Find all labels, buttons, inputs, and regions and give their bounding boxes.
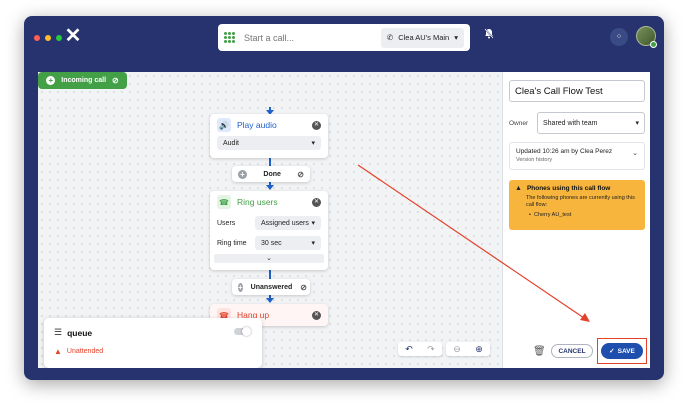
undo-icon[interactable]: ↶ — [398, 342, 420, 356]
online-status-indicator — [650, 41, 657, 48]
ring-users-node[interactable]: ☎ Ring users ✕ Users Assigned users ▾ Ri… — [210, 191, 328, 270]
ring-phone-icon: ☎ — [217, 195, 231, 209]
play-audio-node[interactable]: 🔊 Play audio ✕ Audit ▾ — [210, 114, 328, 158]
save-label: SAVE — [617, 347, 635, 355]
queue-title: queue — [67, 327, 93, 338]
updated-text: Updated 10:26 am by Clea Perez — [516, 148, 613, 155]
close-icon[interactable]: ✕ — [312, 120, 321, 130]
main-content: + Incoming call ⊘ 🔊 Play audio ✕ Audit ▾ — [38, 72, 650, 368]
app-window: ✕ ✆ Clea AU's Main ▾ ⁘ + Incoming — [24, 16, 664, 380]
call-flow-name-input[interactable]: Clea's Call Flow Test — [509, 80, 645, 102]
audio-select-value: Audit — [223, 139, 239, 147]
check-icon: ✓ — [609, 348, 615, 355]
warning-icon: ▲ — [54, 347, 62, 356]
users-select-value: Assigned users — [261, 219, 309, 227]
play-audio-title: Play audio — [237, 120, 277, 130]
window-controls — [34, 35, 62, 41]
minimize-window-button[interactable] — [45, 35, 51, 41]
dialpad-icon[interactable] — [224, 31, 236, 44]
done-label: Done — [263, 170, 281, 178]
expand-button[interactable]: ⌄ — [214, 254, 324, 263]
speaker-icon: 🔊 — [217, 118, 231, 132]
close-icon[interactable]: ✕ — [312, 310, 321, 320]
version-history-link[interactable]: Version history — [516, 157, 638, 163]
add-icon[interactable]: + — [46, 76, 56, 85]
call-bar: ✆ Clea AU's Main ▾ — [218, 24, 470, 51]
caret-down-icon: ▾ — [454, 33, 458, 42]
unlink-icon[interactable]: ⊘ — [297, 170, 304, 179]
flow-arrow — [266, 298, 274, 303]
unlink-icon[interactable]: ⊘ — [112, 76, 119, 85]
close-window-button[interactable] — [34, 35, 40, 41]
zoom-controls: ⊖ ⊕ — [446, 342, 490, 356]
warning-title: Phones using this call flow — [526, 185, 611, 192]
users-select[interactable]: Assigned users ▾ — [255, 216, 321, 230]
version-history-box[interactable]: Updated 10:26 am by Clea Perez Version h… — [509, 142, 645, 170]
caret-down-icon: ▾ — [635, 120, 639, 127]
owner-select[interactable]: Shared with team ▾ — [537, 112, 645, 134]
ring-time-select[interactable]: 30 sec ▾ — [255, 236, 321, 250]
owner-label: Owner — [509, 120, 529, 127]
line-select[interactable]: ✆ Clea AU's Main ▾ — [380, 27, 464, 48]
notifications-off-icon[interactable] — [480, 28, 498, 46]
apps-grid-icon[interactable]: ⁘ — [610, 28, 628, 46]
start-call-input[interactable] — [244, 32, 381, 43]
done-branch[interactable]: + Done ⊘ — [232, 166, 310, 182]
ring-time-value: 30 sec — [261, 239, 282, 247]
warning-body: The following phones are currently using… — [526, 195, 635, 208]
line-select-label: Clea AU's Main — [398, 33, 450, 42]
close-icon[interactable]: ✕ — [312, 197, 321, 207]
call-flow-canvas[interactable]: + Incoming call ⊘ 🔊 Play audio ✕ Audit ▾ — [38, 72, 502, 368]
zoom-out-icon[interactable]: ⊖ — [446, 342, 468, 356]
properties-panel: Clea's Call Flow Test Owner Shared with … — [502, 72, 650, 368]
cancel-button[interactable]: CANCEL — [551, 344, 593, 358]
queue-list-icon: ☰ — [54, 327, 63, 337]
caret-down-icon: ▾ — [311, 240, 315, 247]
save-button[interactable]: ✓ SAVE — [601, 343, 643, 359]
owner-select-value: Shared with team — [543, 119, 598, 127]
unlink-icon[interactable]: ⊘ — [300, 283, 307, 292]
call-flow-name: Clea's Call Flow Test — [515, 85, 603, 97]
audio-select[interactable]: Audit ▾ — [217, 136, 321, 150]
zoom-in-icon[interactable]: ⊕ — [468, 342, 490, 356]
users-label: Users — [217, 219, 236, 227]
warning-icon: ▲ — [515, 185, 522, 192]
queue-card[interactable]: ☰ queue ▲ Unattended — [44, 318, 262, 368]
queue-status: Unattended — [66, 348, 104, 355]
phones-warning: ▲ Phones using this call flow The follow… — [509, 180, 645, 230]
bullet: • — [529, 212, 531, 218]
incoming-call-node[interactable]: + Incoming call ⊘ — [38, 72, 127, 89]
redo-icon[interactable]: ↷ — [420, 342, 442, 356]
caret-down-icon: ▾ — [311, 220, 315, 227]
chevron-down-icon[interactable]: ⌄ — [632, 149, 638, 157]
caret-down-icon: ▾ — [311, 140, 315, 147]
unanswered-label: Unanswered — [250, 283, 293, 291]
add-icon[interactable]: + — [238, 169, 247, 179]
unanswered-branch[interactable]: + Unanswered ⊘ — [232, 279, 310, 295]
ring-users-title: Ring users — [237, 197, 278, 207]
phone-icon: ✆ — [386, 33, 394, 42]
app-logo-icon: ✕ — [64, 25, 82, 47]
flow-arrow — [266, 185, 274, 190]
maximize-window-button[interactable] — [56, 35, 62, 41]
trash-icon[interactable]: 🗑 — [533, 346, 546, 357]
add-icon[interactable]: + — [238, 282, 243, 292]
queue-toggle[interactable] — [234, 327, 251, 336]
undo-redo-controls: ↶ ↷ — [398, 342, 442, 356]
warning-phone-item: Cherry AU_test — [533, 212, 572, 218]
incoming-call-label: Incoming call — [61, 77, 107, 84]
ring-time-label: Ring time — [217, 239, 247, 247]
